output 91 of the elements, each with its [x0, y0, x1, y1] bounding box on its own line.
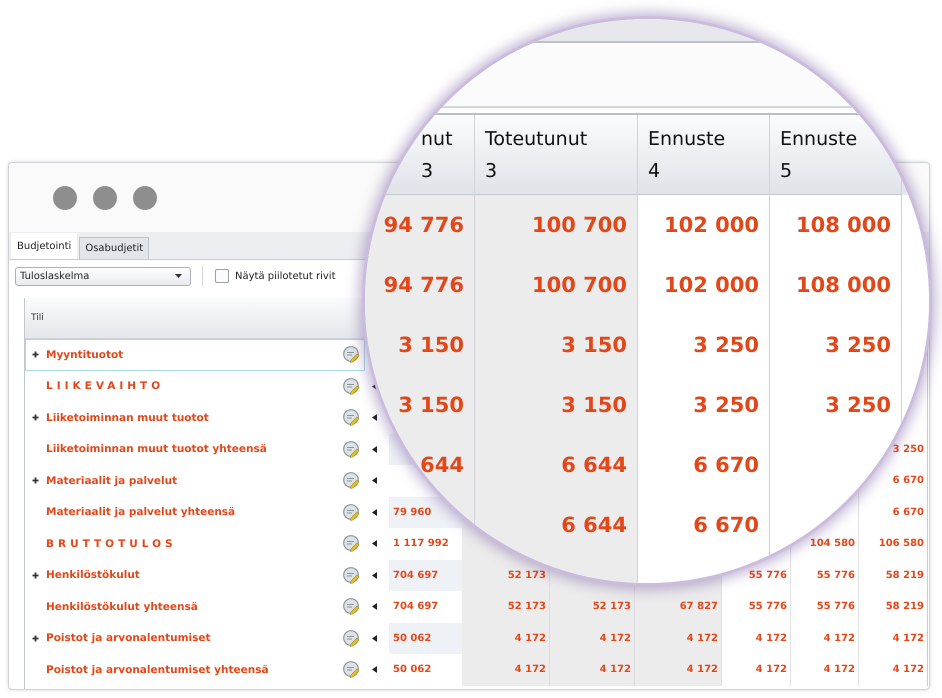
table-cell-text: 108 000	[796, 272, 891, 299]
column-header: Ennuste 5	[770, 115, 901, 195]
row-label: Poistot ja arvonalentumiset	[46, 632, 211, 644]
table-cell-text: 644	[420, 452, 464, 479]
table-cell-text: 3 250	[693, 392, 759, 419]
table-cell-text: 3 250	[825, 392, 891, 419]
row-label: Myyntituotot	[46, 348, 124, 361]
row-label: LIIKEVAIHTO	[46, 380, 164, 392]
column-header: Ennuste 4	[638, 115, 769, 195]
tree-row[interactable]: Poistot ja arvonalentumiset	[25, 622, 365, 654]
window-control-dot[interactable]	[133, 186, 157, 210]
table-cell-text: 94 776	[384, 212, 464, 239]
comment-icon	[343, 535, 360, 552]
table-cell: 67 827	[634, 591, 721, 622]
window-control-dot[interactable]	[53, 186, 77, 210]
comment-icon	[343, 504, 360, 521]
tree-row[interactable]: Materiaalit ja palvelut yhteensä	[25, 496, 365, 528]
expand-icon	[32, 572, 39, 579]
tree-row[interactable]: Poistot ja arvonalentumiset yhteensä	[25, 654, 365, 686]
row-label: Henkilöstökulut yhteensä	[46, 600, 198, 613]
table-cell-text: 6 644	[561, 452, 627, 479]
left-triangle-icon	[372, 414, 377, 422]
tree-row[interactable]: Henkilöstökulut	[25, 560, 365, 591]
left-triangle-icon	[372, 603, 377, 610]
table-cell: 4 172	[462, 622, 549, 654]
table-cell-text: 100 700	[532, 212, 627, 239]
comment-icon	[343, 346, 360, 364]
comment-icon	[343, 566, 360, 584]
table-cell-text: 102 000	[664, 212, 759, 239]
table-cell-text: 6 644	[561, 512, 627, 539]
tab[interactable]: Budjetointi	[11, 233, 78, 259]
table-cell: 4 172	[462, 654, 549, 686]
checkbox[interactable]	[215, 269, 229, 283]
table-cell: 4 172	[858, 654, 928, 686]
table-cell: 4 172	[858, 622, 928, 654]
tree-row[interactable]: Liiketoiminnan muut tuotot yhteensä	[25, 434, 365, 465]
tree-row[interactable]: LIIKEVAIHTO	[25, 370, 365, 402]
row-label: Materiaalit ja palvelut yhteensä	[46, 506, 236, 518]
left-triangle-icon	[372, 572, 377, 579]
window-control-dot[interactable]	[93, 186, 117, 210]
left-triangle-icon	[372, 666, 377, 674]
caret-icon	[175, 274, 182, 278]
row-label: Liiketoiminnan muut tuotot yhteensä	[46, 443, 267, 456]
table-cell: 704 697	[389, 560, 462, 591]
tree-row[interactable]: Myyntituotot	[25, 339, 365, 370]
expand-icon	[32, 477, 39, 484]
table-cell: 58 219	[858, 591, 928, 622]
table-cell: 50 062	[389, 622, 462, 654]
tree-row[interactable]: Liiketoiminnan muut tuotot	[25, 402, 365, 434]
left-triangle-icon	[372, 446, 377, 453]
left-triangle-icon	[372, 477, 377, 484]
table-cell: 52 173	[462, 560, 549, 591]
comment-icon	[343, 409, 360, 426]
table-cell-text: 94 776	[384, 272, 464, 299]
expand-icon	[32, 634, 39, 642]
dropdown[interactable]: Tuloslaskelma	[15, 266, 191, 286]
comment-icon	[343, 661, 360, 678]
expand-icon	[32, 351, 39, 358]
table-cell: 4 172	[634, 654, 721, 686]
comment-icon	[343, 378, 360, 395]
table-cell-text: 102 000	[664, 272, 759, 299]
tab[interactable]: Osabudjetit	[79, 237, 150, 259]
row-label: Materiaalit ja palvelut	[46, 474, 178, 487]
table-cell-text: 6 670	[693, 512, 759, 539]
tree-row[interactable]: Materiaalit ja palvelut	[25, 465, 365, 496]
checkbox-label: Näytä piilotetut rivit	[235, 270, 336, 282]
table-cell: 4 172	[549, 622, 634, 654]
row-label: Henkilöstökulut	[46, 569, 140, 582]
comment-icon	[343, 440, 360, 458]
row-label: Poistot ja arvonalentumiset yhteensä	[46, 664, 269, 676]
tree-row[interactable]: BRUTTOTULOS	[25, 528, 365, 560]
row-label: BRUTTOTULOS	[46, 538, 177, 550]
comment-icon	[343, 598, 360, 616]
table-cell-text: 3 150	[561, 392, 627, 419]
expand-icon	[32, 414, 39, 422]
comment-icon	[343, 630, 360, 647]
table-cell: 52 173	[549, 591, 634, 622]
left-triangle-icon	[372, 540, 377, 548]
table-cell: 4 172	[634, 622, 721, 654]
table-cell: 52 173	[462, 591, 549, 622]
tree-row[interactable]: Henkilöstökulut yhteensä	[25, 591, 365, 622]
table-cell: 4 172	[549, 654, 634, 686]
table-cell-text: 108 000	[796, 212, 891, 239]
table-cell-text: 6 670	[693, 452, 759, 479]
row-label: Liiketoiminnan muut tuotot	[46, 412, 209, 424]
left-triangle-icon	[372, 508, 377, 516]
table-cell-text: 3 150	[398, 392, 464, 419]
table-cell-text: 100 700	[532, 272, 627, 299]
column-header: Toteutunut 3	[475, 115, 637, 195]
left-triangle-icon	[372, 634, 377, 642]
comment-icon	[343, 472, 360, 490]
